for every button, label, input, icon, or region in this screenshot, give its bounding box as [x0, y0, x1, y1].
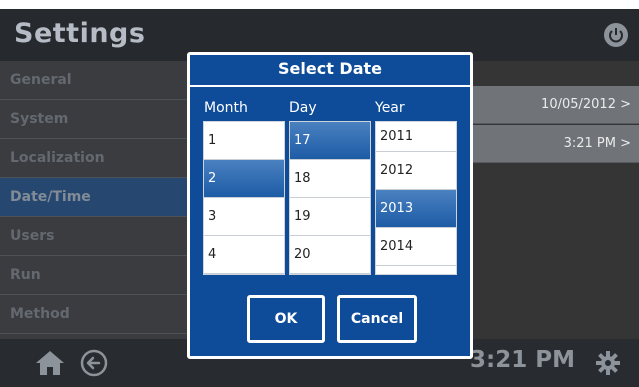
month-picker[interactable]: 1 2 3 4 — [203, 121, 285, 275]
dialog-title: Select Date — [278, 59, 382, 78]
cancel-button[interactable]: Cancel — [337, 295, 417, 343]
year-option[interactable]: 2014 — [376, 228, 456, 266]
year-option[interactable]: 2011 — [376, 122, 456, 152]
year-picker[interactable]: 2011 2012 2013 2014 — [375, 121, 457, 275]
year-column-label: Year — [375, 100, 405, 116]
month-column-label: Month — [204, 100, 248, 116]
select-date-dialog: Select Date Month Day Year 1 2 3 4 17 18… — [187, 52, 473, 359]
dialog-divider — [190, 85, 470, 87]
day-option[interactable]: 20 — [290, 236, 370, 274]
day-picker[interactable]: 17 18 19 20 — [289, 121, 371, 275]
device-screen: Settings General System Localization Dat… — [0, 9, 639, 387]
month-option[interactable]: 1 — [204, 122, 284, 160]
year-option[interactable]: 2012 — [376, 152, 456, 190]
day-option[interactable]: 19 — [290, 198, 370, 236]
day-column-label: Day — [289, 100, 317, 116]
month-option[interactable]: 4 — [204, 236, 284, 274]
ok-button[interactable]: OK — [247, 295, 325, 343]
day-option[interactable]: 18 — [290, 160, 370, 198]
month-option-selected[interactable]: 2 — [204, 160, 284, 198]
year-option — [376, 266, 456, 274]
year-option-selected[interactable]: 2013 — [376, 190, 456, 228]
day-option-selected[interactable]: 17 — [290, 122, 370, 160]
month-option[interactable]: 3 — [204, 198, 284, 236]
